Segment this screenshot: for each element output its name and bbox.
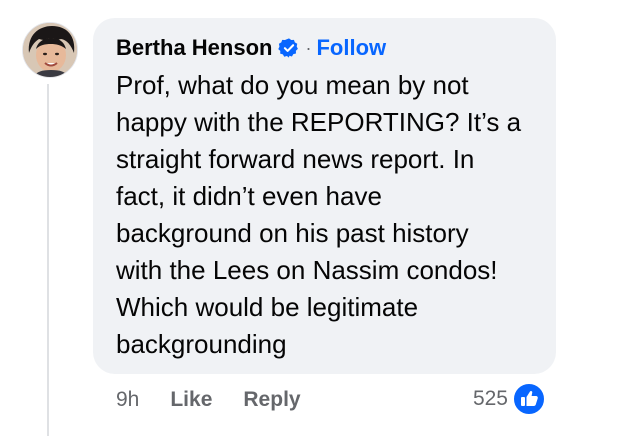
reaction-count: 525 (472, 387, 508, 410)
verified-badge-icon (278, 37, 300, 59)
comment-header: Bertha Henson · Follow (116, 33, 386, 63)
thumbs-up-icon (512, 382, 546, 416)
reactions-summary[interactable]: 525 (473, 382, 546, 416)
separator-dot: · (305, 37, 312, 58)
comment-actions: 9h Like Reply (116, 385, 301, 415)
comment-timestamp[interactable]: 9h (116, 388, 139, 412)
avatar-image (23, 23, 77, 77)
comment-bubble: Bertha Henson · Follow Prof, what do you… (93, 18, 556, 374)
avatar[interactable] (22, 22, 78, 78)
like-button[interactable]: Like (170, 388, 212, 412)
follow-button[interactable]: Follow (316, 35, 386, 61)
author-name[interactable]: Bertha Henson (116, 35, 272, 61)
thread-line (47, 84, 49, 436)
reply-button[interactable]: Reply (243, 388, 300, 412)
comment-text: Prof, what do you mean by not happy with… (116, 70, 522, 359)
